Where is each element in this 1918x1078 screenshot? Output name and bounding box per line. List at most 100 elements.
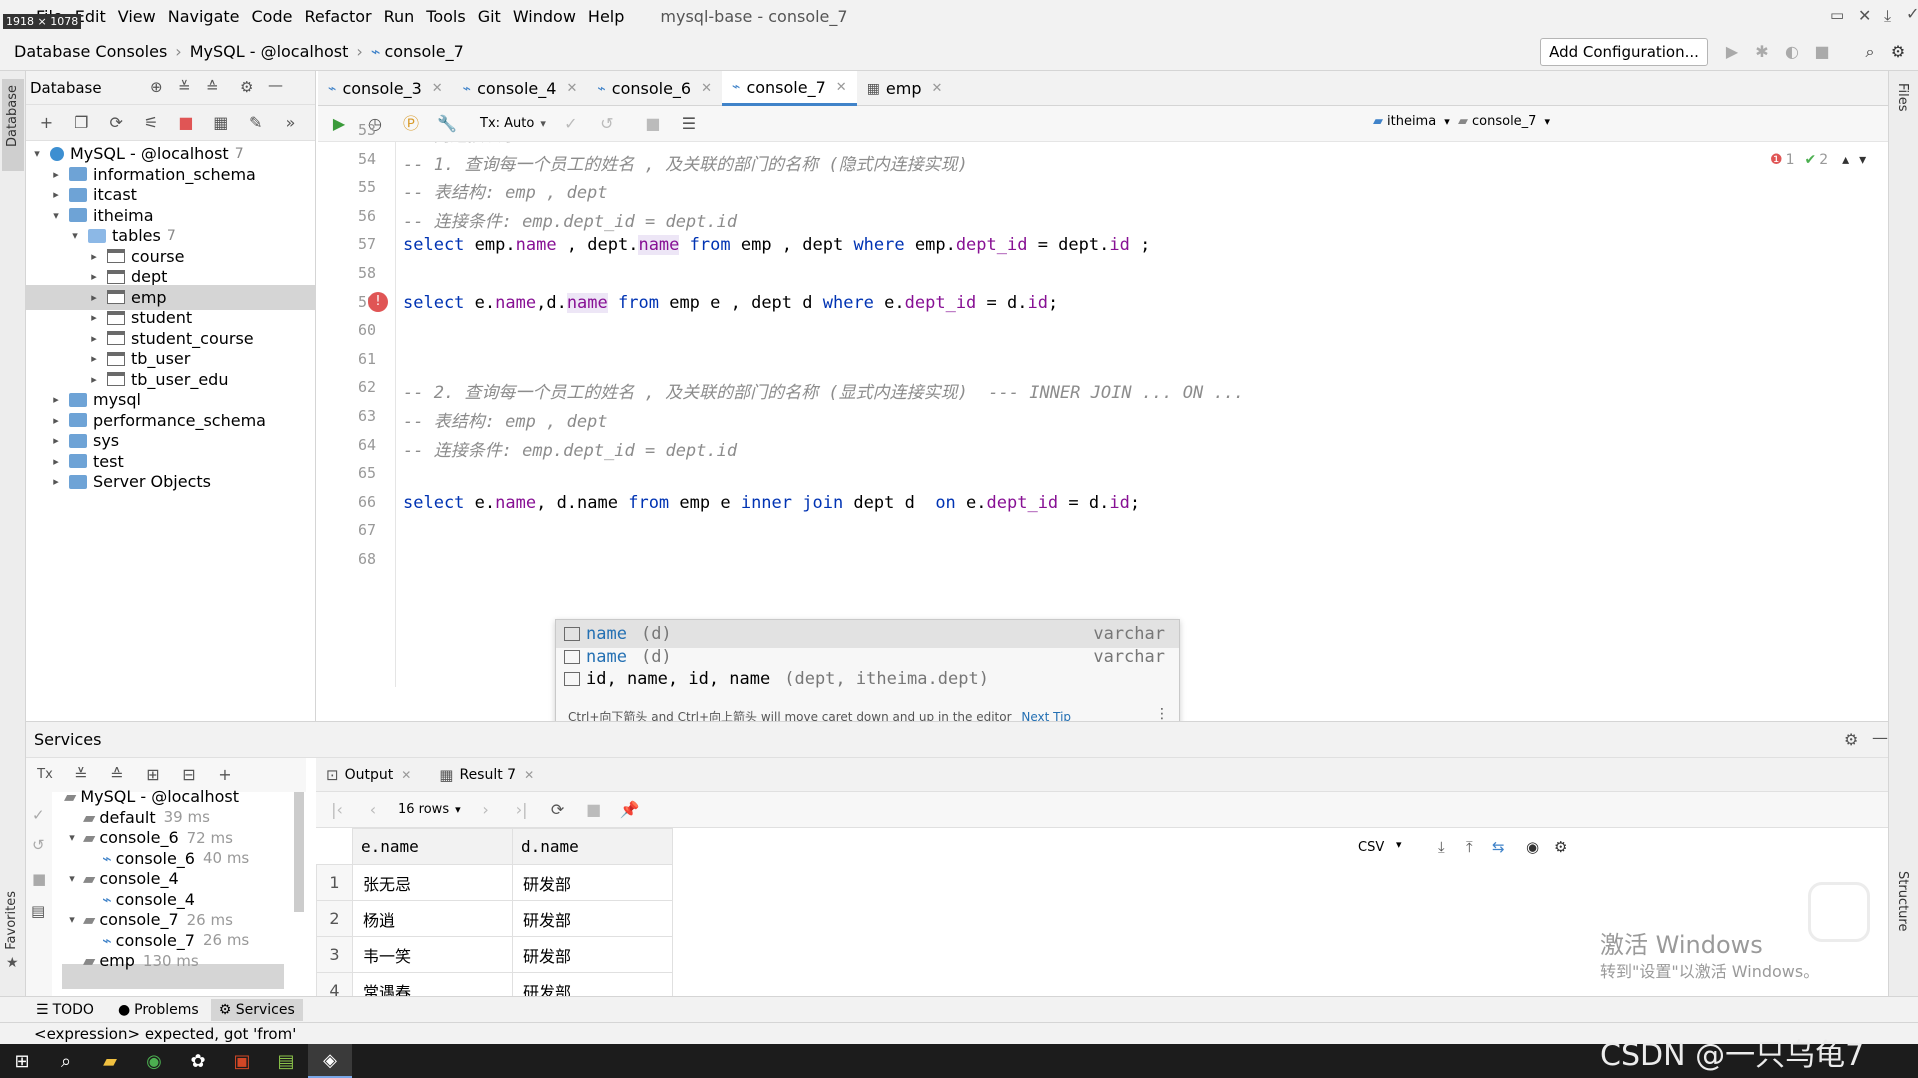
settings-icon[interactable]: ⚙	[240, 78, 253, 96]
breadcrumb-item-console[interactable]: console_7	[384, 42, 463, 61]
prev-page-icon[interactable]: ‹	[362, 799, 384, 821]
view-icon[interactable]: ◉	[1526, 838, 1539, 856]
code-line[interactable]: -- 表结构: emp , dept	[403, 407, 608, 432]
code-line[interactable]: select emp.name , dept.name from emp , d…	[403, 235, 1150, 256]
tab-console-6[interactable]: ⌁ console_6 ✕	[587, 71, 722, 106]
hide-panel-icon[interactable]: —	[1872, 728, 1888, 747]
tab-problems[interactable]: Problems	[134, 1002, 199, 1018]
favorites-side-tab[interactable]: Favorites	[4, 891, 19, 950]
coverage-icon[interactable]: ◐	[1782, 42, 1802, 62]
upload-icon[interactable]: ⤒	[1466, 838, 1473, 856]
chevron-right-icon[interactable]: ▸	[87, 332, 101, 345]
menu-item-code[interactable]: Code	[246, 7, 299, 26]
export-format-select[interactable]: CSV	[1358, 840, 1384, 855]
database-side-tab[interactable]: Database	[2, 79, 24, 171]
wrench-icon[interactable]: 🔧	[436, 113, 458, 135]
chevron-right-icon[interactable]: ▸	[87, 250, 101, 263]
tab-console-4[interactable]: ⌁ console_4 ✕	[453, 71, 588, 106]
code-line[interactable]: -- 1. 查询每一个员工的姓名 , 及关联的部门的名称 (隐式内连接实现)	[403, 150, 968, 175]
services-scrollbar[interactable]	[294, 792, 304, 912]
table-cell[interactable]: 韦一笑	[352, 936, 513, 973]
collapse-all-icon[interactable]: ≙	[206, 78, 219, 96]
chevron-down-icon[interactable]: ▾	[65, 831, 79, 844]
globe-icon[interactable]: ⊕	[150, 78, 163, 96]
next-page-icon[interactable]: ›	[475, 799, 497, 821]
search-icon[interactable]: ⌕	[1860, 42, 1880, 62]
run-icon[interactable]: ▶	[1722, 42, 1742, 62]
chevron-right-icon[interactable]: ▸	[87, 311, 101, 324]
chevron-up-icon[interactable]: ▴	[1842, 152, 1849, 168]
chevron-down-icon[interactable]: ▾	[65, 872, 79, 885]
breadcrumb-item-connection[interactable]: MySQL - @localhost	[190, 42, 349, 61]
code-line[interactable]: -- 2. 查询每一个员工的姓名 , 及关联的部门的名称 (显式内连接实现) -…	[403, 378, 1244, 403]
close-icon[interactable]: ✕	[1858, 6, 1871, 25]
tab-todo[interactable]: TODO	[53, 1002, 94, 1018]
collapse-all-icon[interactable]: ≙	[106, 764, 128, 786]
last-page-icon[interactable]: ›|	[511, 799, 533, 821]
tx-mode-select[interactable]: Tx: Auto	[480, 116, 534, 131]
profile-icon[interactable]: Ⓟ	[400, 113, 422, 135]
stop-icon[interactable]: ■	[176, 112, 197, 134]
session-selector[interactable]: ▰ console_7 ▾	[1458, 114, 1550, 129]
expand-all-icon[interactable]: ≚	[70, 764, 92, 786]
breadcrumb-item-consoles[interactable]: Database Consoles	[14, 42, 167, 61]
schema-selector[interactable]: ▰ itheima ▾	[1373, 114, 1450, 129]
chevron-right-icon[interactable]: ▸	[49, 475, 63, 488]
rollback-icon[interactable]: ↺	[32, 836, 45, 854]
inspection-widget[interactable]: ❶ 1 ✔ 2 ▴ ▾	[1770, 152, 1866, 168]
chevron-right-icon[interactable]: ▸	[49, 168, 63, 181]
chevron-right-icon[interactable]: ▸	[87, 352, 101, 365]
play-overlay-icon[interactable]	[1808, 882, 1870, 942]
add-service-icon[interactable]: +	[214, 764, 236, 786]
chevron-down-icon[interactable]: ▾	[65, 913, 79, 926]
chevron-right-icon[interactable]: ▸	[87, 270, 101, 283]
more-icon[interactable]: »	[280, 112, 301, 134]
tab-output[interactable]: ⊡ Output ✕	[326, 766, 411, 784]
chevron-right-icon[interactable]: ▸	[49, 393, 63, 406]
menu-item-help[interactable]: Help	[582, 7, 630, 26]
layout-icon[interactable]: ▤	[31, 902, 45, 920]
gear-icon[interactable]: ⚙	[1888, 42, 1908, 62]
column-header-e-name[interactable]: e.name	[352, 828, 513, 865]
tx-icon[interactable]: Tx	[34, 764, 56, 786]
refresh-icon[interactable]: ⟳	[547, 799, 569, 821]
sql-editor[interactable]: -- 内连接演示 -- 1. 查询每一个员工的姓名 , 及关联的部门的名称 (隐式…	[397, 142, 1887, 687]
close-tab-icon[interactable]: ✕	[701, 81, 712, 96]
code-line[interactable]: select e.name, d.name from emp e inner j…	[403, 493, 1140, 513]
close-tab-icon[interactable]: ✕	[432, 81, 443, 96]
completion-item[interactable]: id, name, id, name (dept, itheima.dept)	[556, 665, 1179, 693]
refresh-icon[interactable]: ⟳	[106, 112, 127, 134]
filter-icon[interactable]: ⊟	[178, 764, 200, 786]
add-icon[interactable]: +	[36, 112, 57, 134]
column-header-d-name[interactable]: d.name	[512, 828, 673, 865]
tab-emp[interactable]: ▦ emp ✕	[857, 71, 953, 106]
chevron-right-icon[interactable]: ▸	[49, 188, 63, 201]
stop-icon[interactable]: ■	[32, 870, 46, 888]
menu-item-window[interactable]: Window	[507, 7, 582, 26]
close-tab-icon[interactable]: ✕	[524, 768, 534, 782]
chevron-right-icon[interactable]: ▸	[49, 434, 63, 447]
start-icon[interactable]: ⊞	[0, 1044, 44, 1078]
more-options-icon[interactable]: ⋮	[1155, 706, 1169, 722]
menu-item-tools[interactable]: Tools	[420, 7, 471, 26]
table-row[interactable]: 3 韦一笑 研发部	[316, 936, 673, 973]
menu-item-run[interactable]: Run	[378, 7, 421, 26]
table-cell[interactable]: 研发部	[512, 936, 673, 973]
chevron-down-icon[interactable]: ▾	[49, 209, 63, 222]
first-page-icon[interactable]: |‹	[326, 799, 348, 821]
close-tab-icon[interactable]: ✕	[932, 81, 943, 96]
close-tab-icon[interactable]: ✕	[566, 81, 577, 96]
commit-icon[interactable]: ✓	[32, 806, 45, 824]
chevron-right-icon[interactable]: ▸	[49, 414, 63, 427]
commit-icon[interactable]: ✓	[560, 113, 582, 135]
debug-icon[interactable]: ✱	[1752, 42, 1772, 62]
code-line[interactable]: -- 内连接演示	[403, 142, 519, 146]
hide-panel-icon[interactable]: —	[268, 76, 283, 94]
code-line[interactable]: select e.name,d.name from emp e , dept d…	[403, 292, 1058, 313]
download-icon[interactable]: ⤓	[1884, 6, 1891, 26]
check-icon[interactable]: ✓	[1906, 4, 1918, 23]
code-line[interactable]: -- 连接条件: emp.dept_id = dept.id	[403, 436, 737, 461]
tree-node-server-objects[interactable]: ▸ Server Objects	[26, 469, 316, 494]
service-node[interactable]: ▰ emp 130 ms	[83, 948, 199, 973]
tab-services[interactable]: ⚙ Services	[210, 998, 303, 1021]
